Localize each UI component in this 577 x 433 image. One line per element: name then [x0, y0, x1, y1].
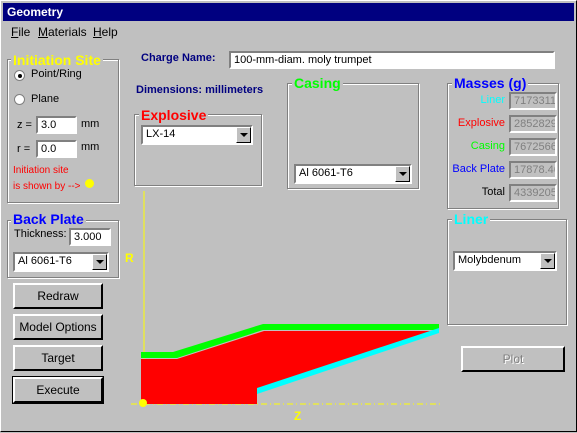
chevron-down-icon[interactable] [395, 166, 410, 182]
explosive-shape [141, 331, 439, 404]
explosive-material-value: LX-14 [146, 128, 176, 140]
initiation-note-line1: Initiation site [13, 165, 69, 176]
initiation-marker-icon [85, 179, 94, 188]
liner-shape [257, 328, 439, 394]
geometry-window: Geometry File Materials Help Charge Name… [0, 0, 577, 432]
point-ring-radio[interactable] [14, 70, 25, 81]
redraw-button[interactable]: Redraw [13, 283, 103, 309]
casing-title: Casing [292, 75, 343, 91]
mass-label: Liner [480, 94, 505, 106]
casing-shape [141, 324, 439, 358]
menu-help[interactable]: Help [93, 25, 118, 39]
z-label: z = [17, 119, 32, 131]
z-input[interactable]: 3.0 [36, 116, 77, 134]
plot-button[interactable]: Plot [461, 346, 565, 372]
casing-material-value: Al 6061-T6 [299, 167, 353, 179]
menu-bar: File Materials Help [3, 23, 574, 41]
mass-label: Explosive [457, 117, 505, 129]
thickness-input[interactable]: 3.000 [69, 228, 111, 246]
initiation-point-marker [139, 399, 147, 407]
plane-label: Plane [31, 93, 60, 105]
chevron-down-icon[interactable] [236, 127, 251, 143]
z-axis-label: Z [294, 409, 302, 423]
mass-label: Casing [470, 140, 505, 152]
mass-label: Back Plate [452, 163, 505, 175]
r-unit: mm [81, 141, 100, 153]
initiation-site-title: Initiation Site [11, 52, 103, 68]
point-ring-label: Point/Ring [31, 68, 82, 80]
menu-file[interactable]: File [11, 25, 30, 39]
menu-materials[interactable]: Materials [38, 25, 87, 39]
target-button[interactable]: Target [13, 345, 103, 371]
masses-title: Masses (g) [452, 75, 529, 91]
explosive-material-select[interactable]: LX-14 [141, 125, 253, 145]
mass-value: 17878.46 [509, 161, 557, 179]
mass-label: Total [481, 186, 505, 198]
r-axis-label: R [125, 251, 134, 265]
back-plate-material-value: Al 6061-T6 [18, 255, 72, 267]
liner-group [447, 219, 567, 325]
thickness-label: Thickness: [14, 228, 67, 240]
mass-value: 7672566 [509, 138, 557, 156]
mass-value: 2852829 [509, 115, 557, 133]
window-title: Geometry [3, 3, 574, 21]
mass-value: 7173311 [509, 92, 557, 110]
liner-title: Liner [452, 211, 491, 227]
back-plate-title: Back Plate [11, 211, 86, 227]
chevron-down-icon[interactable] [540, 253, 555, 269]
chevron-down-icon[interactable] [92, 254, 107, 270]
execute-button[interactable]: Execute [12, 376, 104, 404]
explosive-title: Explosive [139, 107, 209, 123]
plane-radio[interactable] [14, 94, 25, 105]
mass-value: 4339205 [509, 184, 557, 202]
initiation-note-line2: is shown by --> [13, 181, 81, 192]
dimensions-label: Dimensions: millimeters [136, 84, 264, 96]
z-unit: mm [81, 118, 100, 130]
charge-name-input[interactable]: 100-mm-diam. moly trumpet [229, 51, 555, 69]
back-plate-material-select[interactable]: Al 6061-T6 [13, 252, 109, 272]
liner-material-select[interactable]: Molybdenum [453, 251, 557, 271]
liner-material-value: Molybdenum [458, 254, 521, 266]
r-label: r = [17, 143, 31, 155]
r-input[interactable]: 0.0 [36, 140, 77, 158]
charge-name-label: Charge Name: [141, 52, 216, 64]
model-options-button[interactable]: Model Options [13, 314, 103, 340]
casing-material-select[interactable]: Al 6061-T6 [294, 164, 412, 184]
